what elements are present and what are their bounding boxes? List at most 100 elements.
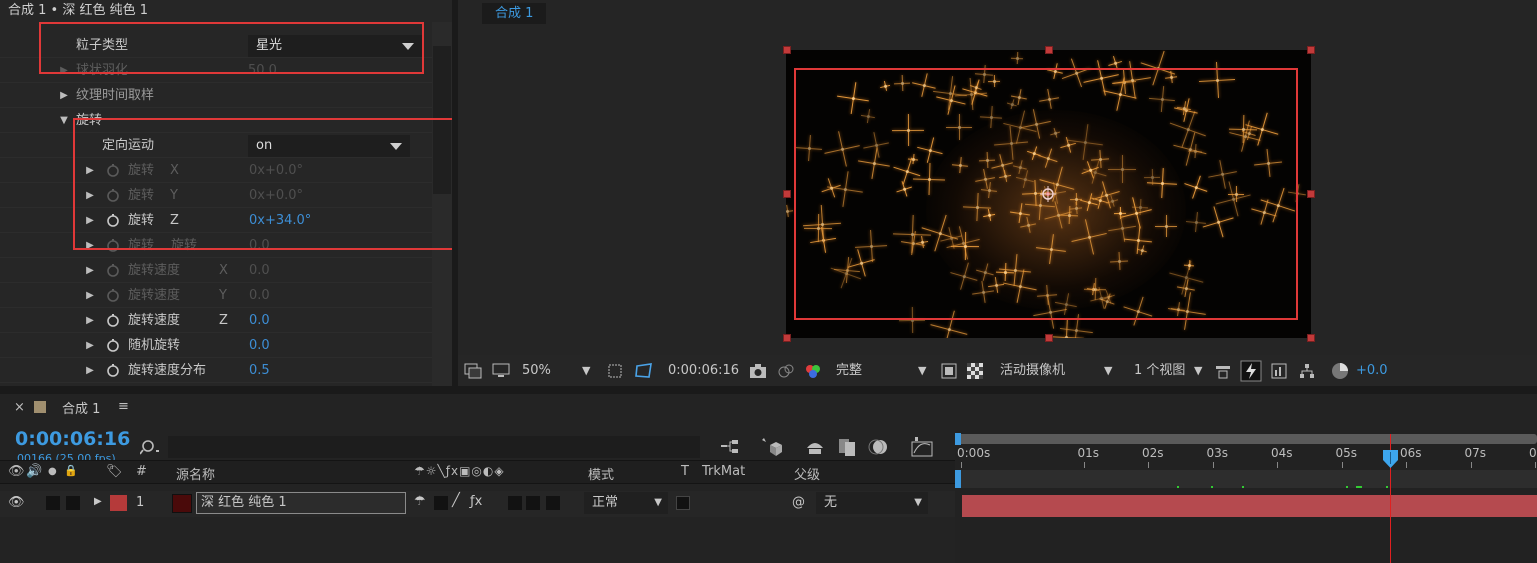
fast-preview-icon[interactable] [940, 362, 958, 380]
draft-3d-icon[interactable] [760, 436, 784, 458]
expand-arrow-icon[interactable]: ▶ [84, 283, 96, 308]
work-area-start-handle[interactable] [955, 433, 961, 445]
row-rotation-speed-x[interactable]: ▶ 旋转速度 X 0.0 [0, 258, 432, 283]
stopwatch-icon[interactable] [106, 288, 120, 302]
row-value[interactable]: 0.0 [249, 333, 270, 358]
lock-icon[interactable]: 🔒 [64, 464, 78, 477]
timeline-toggle-icon[interactable] [1270, 362, 1288, 380]
graph-editor-icon[interactable] [910, 436, 934, 458]
exposure-icon[interactable] [1330, 361, 1350, 381]
layer-row[interactable]: 👁 ▶ 1 深 红色 纯色 1 ☂ ╱ ƒx 正常 ▼ @ 无 ▼ [0, 491, 955, 517]
search-input[interactable] [168, 436, 700, 458]
eye-icon[interactable]: 👁 [8, 464, 25, 479]
zoom-value[interactable]: 50% [522, 355, 551, 386]
resolution-chevron-down-icon[interactable]: ▼ [918, 355, 926, 386]
panel-menu-icon[interactable]: ≡ [118, 399, 129, 414]
transform-handle[interactable] [1307, 46, 1315, 54]
region-of-interest-icon[interactable] [606, 362, 624, 380]
stopwatch-icon[interactable] [106, 313, 120, 327]
pickwhip-icon[interactable]: @ [792, 495, 805, 510]
transform-handle[interactable] [783, 46, 791, 54]
solo-icon[interactable]: ● [48, 466, 57, 477]
pixel-aspect-icon[interactable] [1214, 362, 1232, 380]
quality-icon[interactable]: ╱ [452, 493, 460, 508]
row-rotation-speed-y[interactable]: ▶ 旋转速度 Y 0.0 [0, 283, 432, 308]
transform-handle[interactable] [1307, 190, 1315, 198]
parent-dropdown[interactable]: 无 ▼ [816, 492, 928, 514]
mask-visibility-icon[interactable] [634, 362, 654, 380]
shy-icon[interactable]: ☂ [414, 494, 426, 509]
column-trkmat[interactable]: TrkMat [702, 464, 745, 479]
row-value[interactable]: 0.5 [249, 358, 270, 383]
stopwatch-icon[interactable] [106, 338, 120, 352]
viewer-tab[interactable]: 合成 1 [482, 3, 547, 24]
label-tag-icon[interactable]: 🏷 [106, 464, 123, 479]
work-area-bar[interactable] [958, 434, 1537, 444]
row-value[interactable]: 0.0 [249, 308, 270, 333]
expand-arrow-icon[interactable]: ▶ [58, 83, 70, 108]
search-icon[interactable] [140, 438, 164, 456]
views-value[interactable]: 1 个视图 [1134, 355, 1185, 386]
preserve-transparency-toggle[interactable] [676, 496, 690, 510]
timeline-tab[interactable]: 合成 1 [62, 398, 100, 417]
shy-layers-icon[interactable] [804, 438, 826, 456]
layer-name-field[interactable]: 深 红色 纯色 1 [196, 492, 406, 514]
row-rotation-speed-z[interactable]: ▶ 旋转速度 Z 0.0 [0, 308, 432, 333]
layer-duration-bar[interactable] [962, 495, 1537, 517]
row-random-rotation[interactable]: ▶ 随机旋转 0.0 [0, 333, 432, 358]
always-preview-icon[interactable] [464, 363, 482, 379]
row-rotation-speed-distribution[interactable]: ▶ 旋转速度分布 0.5 [0, 358, 432, 383]
fast-draft-icon[interactable] [1240, 360, 1262, 382]
views-chevron-down-icon[interactable]: ▼ [1194, 355, 1202, 386]
switch-adjustment[interactable] [526, 496, 540, 510]
label-color-swatch[interactable] [110, 495, 127, 511]
panel-divider-horizontal[interactable] [0, 386, 1537, 394]
playhead-icon[interactable] [1383, 450, 1398, 468]
column-mode[interactable]: 模式 [588, 464, 614, 483]
expand-arrow-icon[interactable]: ▶ [94, 496, 102, 507]
viewer-timecode[interactable]: 0:00:06:16 [668, 355, 739, 386]
transform-handle[interactable] [783, 334, 791, 342]
audio-icon[interactable]: 🔊 [26, 464, 42, 479]
effects-fx-icon[interactable]: ƒx [470, 494, 482, 509]
mode-dropdown[interactable]: 正常 ▼ [584, 492, 668, 514]
switch-3d[interactable] [546, 496, 560, 510]
transparency-grid-icon[interactable] [966, 362, 984, 380]
row-texture-time-sampling[interactable]: ▶ 纹理时间取样 [0, 83, 432, 108]
column-parent[interactable]: 父级 [794, 464, 820, 483]
monitor-icon[interactable] [492, 363, 510, 379]
frame-blending-icon[interactable] [836, 436, 858, 458]
comp-mini-flowchart-icon[interactable] [720, 438, 742, 456]
column-hash[interactable]: # [136, 464, 147, 479]
lock-toggle[interactable] [66, 496, 80, 510]
switch-motion-blur[interactable] [508, 496, 522, 510]
zoom-chevron-down-icon[interactable]: ▼ [582, 355, 590, 386]
exposure-value[interactable]: +0.0 [1356, 355, 1388, 386]
stopwatch-icon[interactable] [106, 263, 120, 277]
stopwatch-icon[interactable] [106, 363, 120, 377]
camera-snapshot-icon[interactable] [748, 362, 768, 380]
expand-arrow-icon[interactable]: ▶ [84, 358, 96, 383]
row-value[interactable]: 0.0 [249, 283, 270, 308]
transform-handle[interactable] [1045, 334, 1053, 342]
switch-collapse[interactable] [434, 496, 448, 510]
resolution-value[interactable]: 完整 [836, 355, 862, 386]
expand-arrow-icon[interactable]: ▶ [84, 308, 96, 333]
current-timecode[interactable]: 0:00:06:16 [15, 428, 130, 450]
solo-toggle[interactable] [46, 496, 60, 510]
transform-handle[interactable] [1307, 334, 1315, 342]
expand-arrow-icon[interactable]: ▶ [84, 333, 96, 358]
collapse-arrow-icon[interactable]: ▼ [58, 108, 70, 133]
eye-icon[interactable]: 👁 [8, 495, 25, 510]
row-value[interactable]: 0.0 [249, 258, 270, 283]
motion-blur-icon[interactable] [868, 436, 890, 458]
close-icon[interactable]: × [14, 400, 25, 415]
flowchart-icon[interactable] [1298, 362, 1316, 380]
transform-handle[interactable] [1045, 46, 1053, 54]
camera-value[interactable]: 活动摄像机 [1000, 355, 1065, 386]
time-ruler[interactable]: 0:00s 01s 02s 03s 04s 05s 06s 07s 08s [955, 446, 1537, 468]
show-snapshot-icon[interactable] [776, 362, 796, 380]
expand-arrow-icon[interactable]: ▶ [84, 258, 96, 283]
transform-handle[interactable] [783, 190, 791, 198]
column-source-name[interactable]: 源名称 [176, 464, 215, 483]
